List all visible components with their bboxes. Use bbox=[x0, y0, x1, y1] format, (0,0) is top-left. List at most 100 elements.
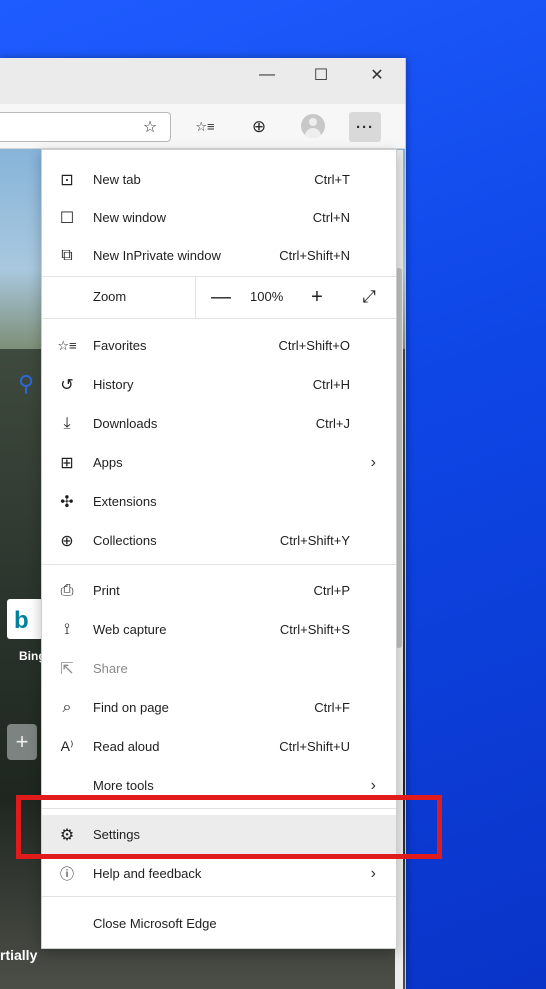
menu-item-web-capture[interactable]: ⟟ Web capture Ctrl+Shift+S bbox=[42, 610, 396, 649]
apps-icon: ⊞ bbox=[60, 454, 74, 472]
menu-item-new-window[interactable]: ☐ New window Ctrl+N bbox=[42, 198, 396, 237]
menu-item-shortcut: Ctrl+Shift+S bbox=[279, 622, 350, 637]
zoom-level: 100% bbox=[250, 289, 284, 304]
zoom-label: Zoom bbox=[93, 289, 127, 304]
profile-avatar[interactable] bbox=[301, 114, 325, 138]
expand-icon: ⤢ bbox=[362, 287, 376, 306]
menu-item-shortcut: Ctrl+T bbox=[314, 172, 350, 187]
search-icon[interactable]: ⚲ bbox=[18, 371, 34, 397]
minus-icon: — bbox=[211, 285, 231, 308]
menu-item-label: Share bbox=[93, 661, 128, 676]
zoom-in-button[interactable]: + bbox=[304, 284, 330, 310]
help-icon: ⓘ bbox=[60, 865, 74, 882]
menu-item-close-microsoft-edge[interactable]: Close Microsoft Edge bbox=[42, 904, 396, 943]
favorites-button[interactable]: ☆≡ bbox=[189, 112, 221, 142]
partial-page-text: rtially bbox=[0, 947, 38, 963]
menu-item-shortcut: Ctrl+Shift+O bbox=[278, 338, 350, 353]
menu-item-share[interactable]: ⇱ Share bbox=[42, 649, 396, 688]
new-window-icon: ☐ bbox=[59, 209, 75, 227]
menu-item-shortcut: Ctrl+J bbox=[315, 416, 350, 431]
gear-icon: ⚙ bbox=[59, 826, 75, 844]
menu-item-shortcut: Ctrl+N bbox=[312, 210, 350, 225]
collections-button[interactable]: ⊕ bbox=[243, 112, 275, 142]
new-tab-icon: ⊡ bbox=[60, 171, 74, 189]
menu-divider bbox=[42, 808, 396, 809]
menu-item-shortcut: Ctrl+P bbox=[313, 583, 350, 598]
more-dots-icon: ··· bbox=[356, 118, 374, 136]
star-plus-icon: ☆ bbox=[142, 119, 158, 136]
menu-item-label: Read aloud bbox=[93, 739, 160, 754]
menu-item-label: Web capture bbox=[93, 622, 167, 637]
close-window-button[interactable]: ✕ bbox=[350, 58, 404, 92]
title-bar: — ☐ ✕ bbox=[0, 58, 405, 104]
add-site-button[interactable]: + bbox=[7, 724, 37, 760]
favorites-icon: ☆≡ bbox=[195, 119, 215, 134]
menu-item-label: Close Microsoft Edge bbox=[93, 916, 217, 931]
plus-icon: + bbox=[15, 729, 29, 754]
share-icon: ⇱ bbox=[60, 660, 74, 678]
menu-item-apps[interactable]: ⊞ Apps › bbox=[42, 443, 396, 482]
chevron-right-icon: › bbox=[370, 453, 376, 471]
menu-item-help-and-feedback[interactable]: ⓘ Help and feedback › bbox=[42, 854, 396, 893]
menu-item-label: Find on page bbox=[93, 700, 169, 715]
menu-item-label: New InPrivate window bbox=[93, 248, 221, 263]
chevron-right-icon: › bbox=[370, 864, 376, 882]
menu-divider bbox=[42, 564, 396, 565]
chevron-right-icon: › bbox=[370, 776, 376, 794]
maximize-icon: ☐ bbox=[313, 67, 329, 84]
inprivate-icon: ⧉ bbox=[61, 246, 73, 264]
menu-item-collections[interactable]: ⊕ Collections Ctrl+Shift+Y bbox=[42, 521, 396, 560]
menu-item-shortcut: Ctrl+F bbox=[314, 700, 350, 715]
zoom-row: Zoom — 100% + ⤢ bbox=[42, 276, 396, 318]
menu-divider bbox=[42, 318, 396, 319]
menu-item-read-aloud[interactable]: A⁾ Read aloud Ctrl+Shift+U bbox=[42, 727, 396, 766]
full-screen-button[interactable]: ⤢ bbox=[356, 284, 382, 310]
favorites-icon: ☆≡ bbox=[57, 337, 77, 353]
read-aloud-icon: A⁾ bbox=[60, 738, 74, 754]
menu-item-label: Help and feedback bbox=[93, 866, 202, 881]
bing-logo-icon: b bbox=[14, 607, 29, 634]
plus-icon: + bbox=[311, 285, 323, 308]
menu-divider bbox=[42, 896, 396, 897]
menu-item-label: Extensions bbox=[93, 494, 157, 509]
menu-item-label: More tools bbox=[93, 778, 154, 793]
collections-icon: ⊕ bbox=[251, 117, 267, 136]
menu-item-more-tools[interactable]: More tools › bbox=[42, 766, 396, 805]
menu-item-label: New tab bbox=[93, 172, 141, 187]
collections-icon: ⊕ bbox=[60, 532, 74, 550]
settings-and-more-button[interactable]: ··· bbox=[349, 112, 381, 142]
close-icon: ✕ bbox=[370, 67, 384, 84]
menu-item-label: Collections bbox=[93, 533, 157, 548]
find-icon: ⌕ bbox=[62, 698, 72, 716]
menu-item-shortcut: Ctrl+H bbox=[312, 377, 350, 392]
menu-item-find-on-page[interactable]: ⌕ Find on page Ctrl+F bbox=[42, 688, 396, 727]
maximize-button[interactable]: ☐ bbox=[294, 58, 348, 92]
zoom-out-button[interactable]: — bbox=[208, 284, 234, 310]
menu-item-label: Apps bbox=[93, 455, 123, 470]
menu-item-history[interactable]: ↺ History Ctrl+H bbox=[42, 365, 396, 404]
browser-toolbar: ☆ ☆≡ ⊕ ··· bbox=[0, 104, 405, 149]
menu-item-label: Settings bbox=[93, 827, 140, 842]
download-icon: ⤓ bbox=[63, 414, 71, 432]
web-capture-icon: ⟟ bbox=[64, 620, 70, 638]
menu-item-label: Print bbox=[93, 583, 120, 598]
puzzle-icon: ✣ bbox=[60, 493, 74, 511]
menu-item-downloads[interactable]: ⤓ Downloads Ctrl+J bbox=[42, 404, 396, 443]
history-icon: ↺ bbox=[60, 376, 74, 394]
menu-item-favorites[interactable]: ☆≡ Favorites Ctrl+Shift+O bbox=[42, 326, 396, 365]
printer-icon: ⎙ bbox=[60, 581, 74, 599]
minimize-button[interactable]: — bbox=[240, 58, 294, 92]
menu-item-new-inprivate-window[interactable]: ⧉ New InPrivate window Ctrl+Shift+N bbox=[42, 236, 396, 275]
menu-item-shortcut: Ctrl+Shift+Y bbox=[279, 533, 350, 548]
menu-item-label: Downloads bbox=[93, 416, 158, 431]
zoom-divider bbox=[195, 276, 196, 318]
menu-item-print[interactable]: ⎙ Print Ctrl+P bbox=[42, 571, 396, 610]
add-favorite-button[interactable]: ☆ bbox=[134, 112, 166, 142]
menu-item-shortcut: Ctrl+Shift+U bbox=[279, 739, 350, 754]
menu-item-new-tab[interactable]: ⊡ New tab Ctrl+T bbox=[42, 160, 396, 199]
menu-item-shortcut: Ctrl+Shift+N bbox=[279, 248, 350, 263]
menu-item-settings[interactable]: ⚙ Settings bbox=[42, 815, 396, 854]
menu-item-label: New window bbox=[93, 210, 166, 225]
menu-item-extensions[interactable]: ✣ Extensions bbox=[42, 482, 396, 521]
menu-item-label: Favorites bbox=[93, 338, 147, 353]
